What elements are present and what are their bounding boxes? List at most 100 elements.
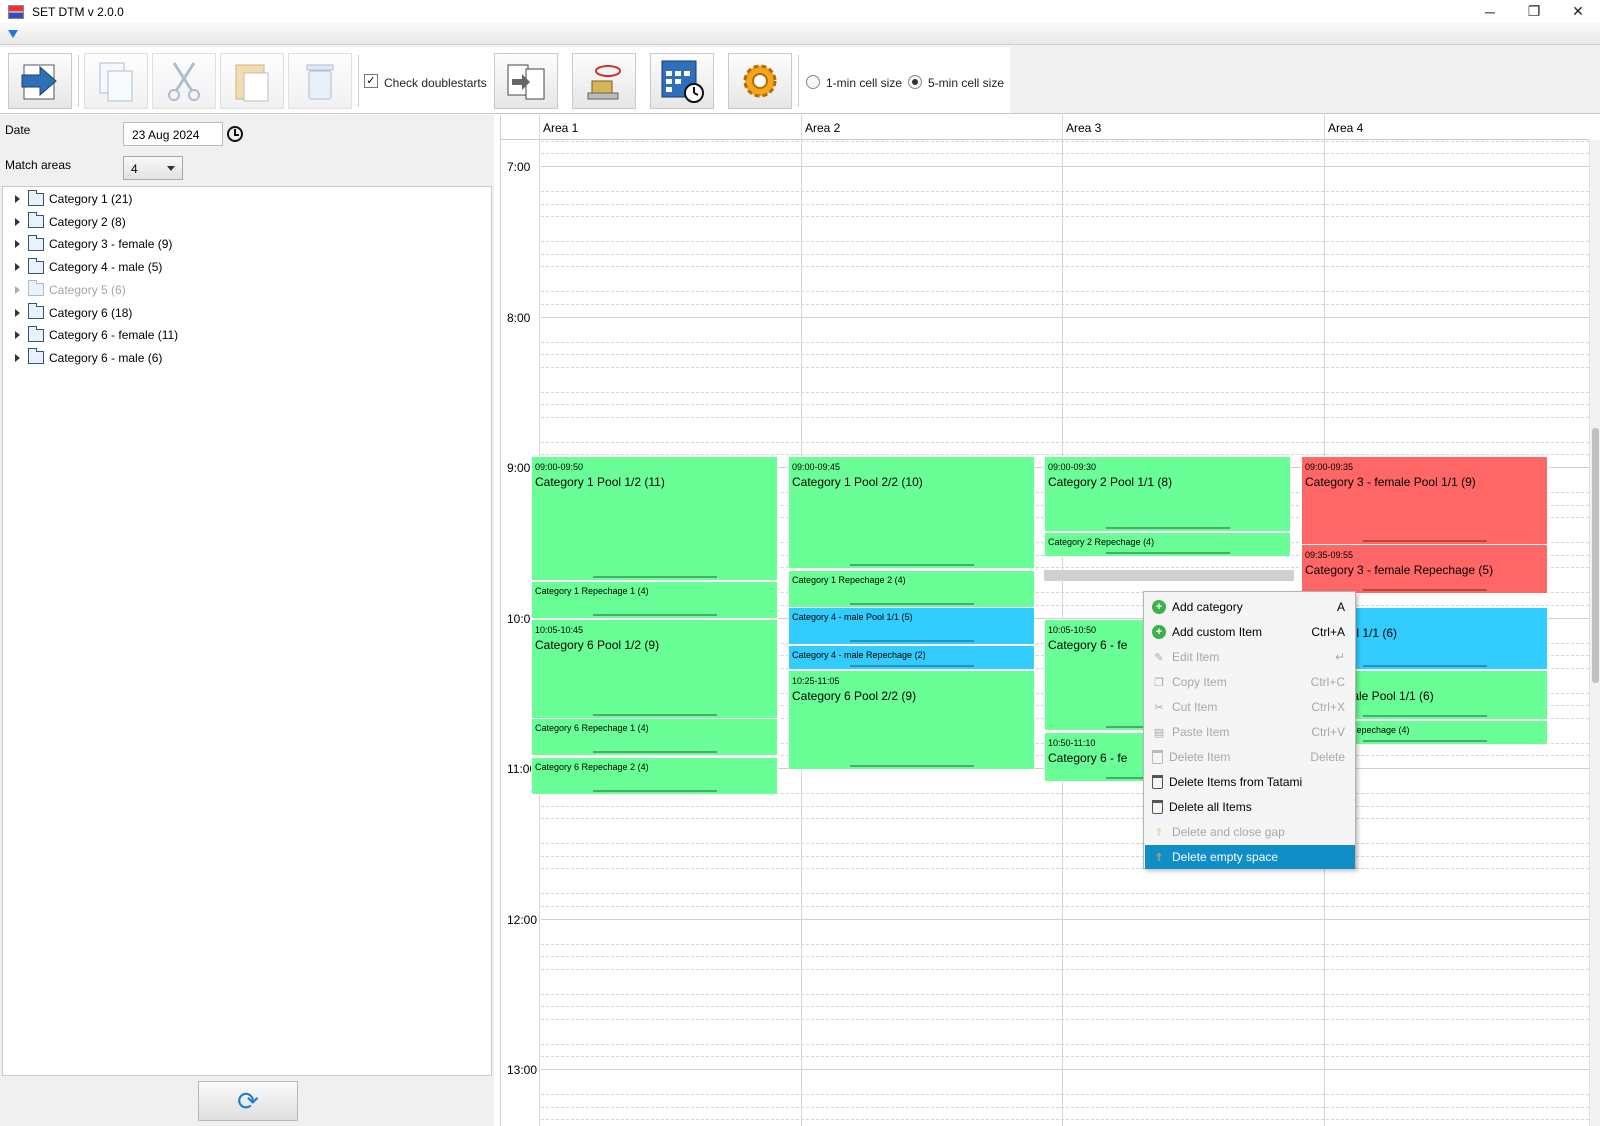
menu-strip xyxy=(0,23,1600,45)
expand-arrow-icon[interactable] xyxy=(15,195,20,203)
schedule-item[interactable]: 10:05-10:45 Category 6 Pool 1/2 (9) xyxy=(531,619,778,719)
expand-arrow-icon[interactable] xyxy=(15,285,20,294)
resize-handle[interactable] xyxy=(592,790,717,792)
resize-handle[interactable] xyxy=(1362,740,1487,742)
refresh-button[interactable]: ⟳ xyxy=(198,1081,298,1121)
resize-handle[interactable] xyxy=(849,665,974,667)
resize-handle[interactable] xyxy=(849,564,974,566)
tree-item-category[interactable]: Category 6 - female (11) xyxy=(3,324,178,346)
settings-button[interactable] xyxy=(728,53,792,109)
schedule-item-time: 10:05-10:45 xyxy=(535,625,584,635)
expand-arrow-icon[interactable] xyxy=(15,217,20,226)
schedule-item[interactable]: Category 4 - male Pool 1/1 (5) xyxy=(788,607,1035,645)
resize-handle[interactable] xyxy=(849,765,974,767)
tree-item-category[interactable]: Category 1 (21) xyxy=(3,188,132,210)
schedule-item[interactable]: 09:00-09:30 Category 2 Pool 1/1 (8) xyxy=(1044,456,1291,532)
empty-space-marker xyxy=(1044,570,1294,581)
resize-handle[interactable] xyxy=(592,614,717,616)
tree-item-category[interactable]: Category 5 (6) xyxy=(3,279,126,301)
scroll-thumb[interactable] xyxy=(1592,428,1599,683)
cell-5min-radio[interactable] xyxy=(908,75,922,89)
resize-handle[interactable] xyxy=(1362,665,1487,667)
schedule-item[interactable]: Category 6 Repechage 2 (4) xyxy=(531,757,778,795)
schedule-calculator-button[interactable] xyxy=(650,53,714,109)
schedule-item[interactable]: 09:00-09:35 Category 3 - female Pool 1/1 … xyxy=(1301,456,1548,545)
delete-button[interactable] xyxy=(288,53,352,109)
context-menu-item[interactable]: ⇑ Delete empty space xyxy=(1145,845,1355,869)
toolbar: ✓ Check doublestarts 1-min cell size 5-m… xyxy=(0,45,1600,114)
expand-arrow-icon[interactable] xyxy=(15,331,20,340)
tree-item-category[interactable]: Category 2 (8) xyxy=(3,211,126,233)
swap-button[interactable] xyxy=(494,53,558,109)
tatami-button[interactable] xyxy=(572,53,636,109)
schedule-item[interactable]: Category 6 Repechage 1 (4) xyxy=(531,718,778,756)
resize-handle[interactable] xyxy=(592,576,717,578)
minimize-button[interactable]: ─ xyxy=(1468,0,1512,23)
resize-handle[interactable] xyxy=(1362,589,1487,591)
maximize-button[interactable]: ❐ xyxy=(1512,0,1556,23)
time-gridline xyxy=(541,354,1589,356)
cell-1min-radio[interactable] xyxy=(806,75,820,89)
cut-button[interactable] xyxy=(152,53,216,109)
copy-button[interactable] xyxy=(84,53,148,109)
context-menu-item[interactable]: ▤ Paste Item Ctrl+V xyxy=(1145,720,1355,744)
resize-handle[interactable] xyxy=(1105,527,1230,529)
export-button[interactable] xyxy=(8,53,72,109)
tree-item-category[interactable]: Category 6 - male (6) xyxy=(3,347,162,369)
schedule-item[interactable]: Category 1 Repechage 1 (4) xyxy=(531,581,778,619)
schedule-grid[interactable]: 7:00 8:00 9:00 10:00 11:00 12:00 13:00 09:00-09… xyxy=(501,140,1589,1126)
time-gridline xyxy=(541,216,1589,218)
expand-arrow-icon[interactable] xyxy=(15,308,20,317)
schedule-item[interactable]: 09:35-09:55 Category 3 - female Repechage… xyxy=(1301,544,1548,594)
schedule-item-name: Category 4 - male Repechage (2) xyxy=(792,650,926,660)
schedule-item[interactable]: Category 4 - male Repechage (2) xyxy=(788,645,1035,670)
resize-handle[interactable] xyxy=(1362,715,1487,717)
time-gridline xyxy=(541,805,1589,807)
hour-label: 9:00 xyxy=(507,461,531,475)
context-menu-item[interactable]: Delete Items from Tatami xyxy=(1145,770,1355,794)
check-doublestarts-checkbox[interactable]: ✓ xyxy=(364,74,378,88)
time-gridline xyxy=(541,868,1589,870)
folder-icon xyxy=(28,234,44,251)
paste-button[interactable] xyxy=(220,53,284,109)
vertical-scrollbar[interactable] xyxy=(1589,140,1600,1126)
context-menu-shortcut: Delete xyxy=(1310,750,1345,764)
context-menu-item[interactable]: Delete Item Delete xyxy=(1145,745,1355,769)
context-menu-item[interactable]: + Add custom Item Ctrl+A xyxy=(1145,620,1355,644)
context-menu-item[interactable]: + Add category A xyxy=(1145,595,1355,619)
resize-handle[interactable] xyxy=(849,603,974,605)
menu-dropdown-icon[interactable] xyxy=(8,30,18,38)
time-gridline xyxy=(541,153,1589,155)
close-button[interactable]: ✕ xyxy=(1556,0,1600,23)
schedule-item[interactable]: Category 1 Repechage 2 (4) xyxy=(788,570,1035,608)
context-menu-item[interactable]: ⇑ Delete and close gap xyxy=(1145,820,1355,844)
expand-arrow-icon[interactable] xyxy=(15,263,20,272)
context-menu-item[interactable]: ✎ Edit Item ↵ xyxy=(1145,645,1355,669)
time-gridline xyxy=(541,341,1589,343)
context-menu-item[interactable]: ✂ Cut Item Ctrl+X xyxy=(1145,695,1355,719)
schedule-item-name: Category 6 Repechage 1 (4) xyxy=(535,723,649,733)
expand-arrow-icon[interactable] xyxy=(15,353,20,362)
schedule-item[interactable]: Category 2 Repechage (4) xyxy=(1044,532,1291,557)
context-menu-item[interactable]: ❐ Copy Item Ctrl+C xyxy=(1145,670,1355,694)
schedule-item[interactable]: 09:00-09:45 Category 1 Pool 2/2 (10) xyxy=(788,456,1035,569)
tree-item-category[interactable]: Category 6 (18) xyxy=(3,302,132,324)
resize-handle[interactable] xyxy=(849,640,974,642)
match-areas-select[interactable]: 4 xyxy=(123,156,183,180)
schedule-item[interactable]: 09:00-09:50 Category 1 Pool 1/2 (11) xyxy=(531,456,778,581)
date-field[interactable]: 23 Aug 2024 xyxy=(123,122,223,146)
resize-handle[interactable] xyxy=(1105,552,1230,554)
schedule-item[interactable]: 10:25-11:05 Category 6 Pool 2/2 (9) xyxy=(788,670,1035,770)
expand-arrow-icon[interactable] xyxy=(15,240,20,249)
resize-handle[interactable] xyxy=(592,751,717,753)
app-icon xyxy=(8,4,24,19)
resize-handle[interactable] xyxy=(592,714,717,716)
tree-item-category[interactable]: Category 4 - male (5) xyxy=(3,256,162,278)
resize-handle[interactable] xyxy=(1362,540,1487,542)
tree-item-category[interactable]: Category 3 - female (9) xyxy=(3,233,172,255)
context-menu-item[interactable]: Delete all Items xyxy=(1145,795,1355,819)
clock-icon[interactable] xyxy=(227,126,243,142)
schedule-item-name: Category 1 Pool 2/2 (10) xyxy=(792,475,923,489)
hour-label: 8:00 xyxy=(507,310,531,325)
time-gridline xyxy=(541,956,1589,958)
